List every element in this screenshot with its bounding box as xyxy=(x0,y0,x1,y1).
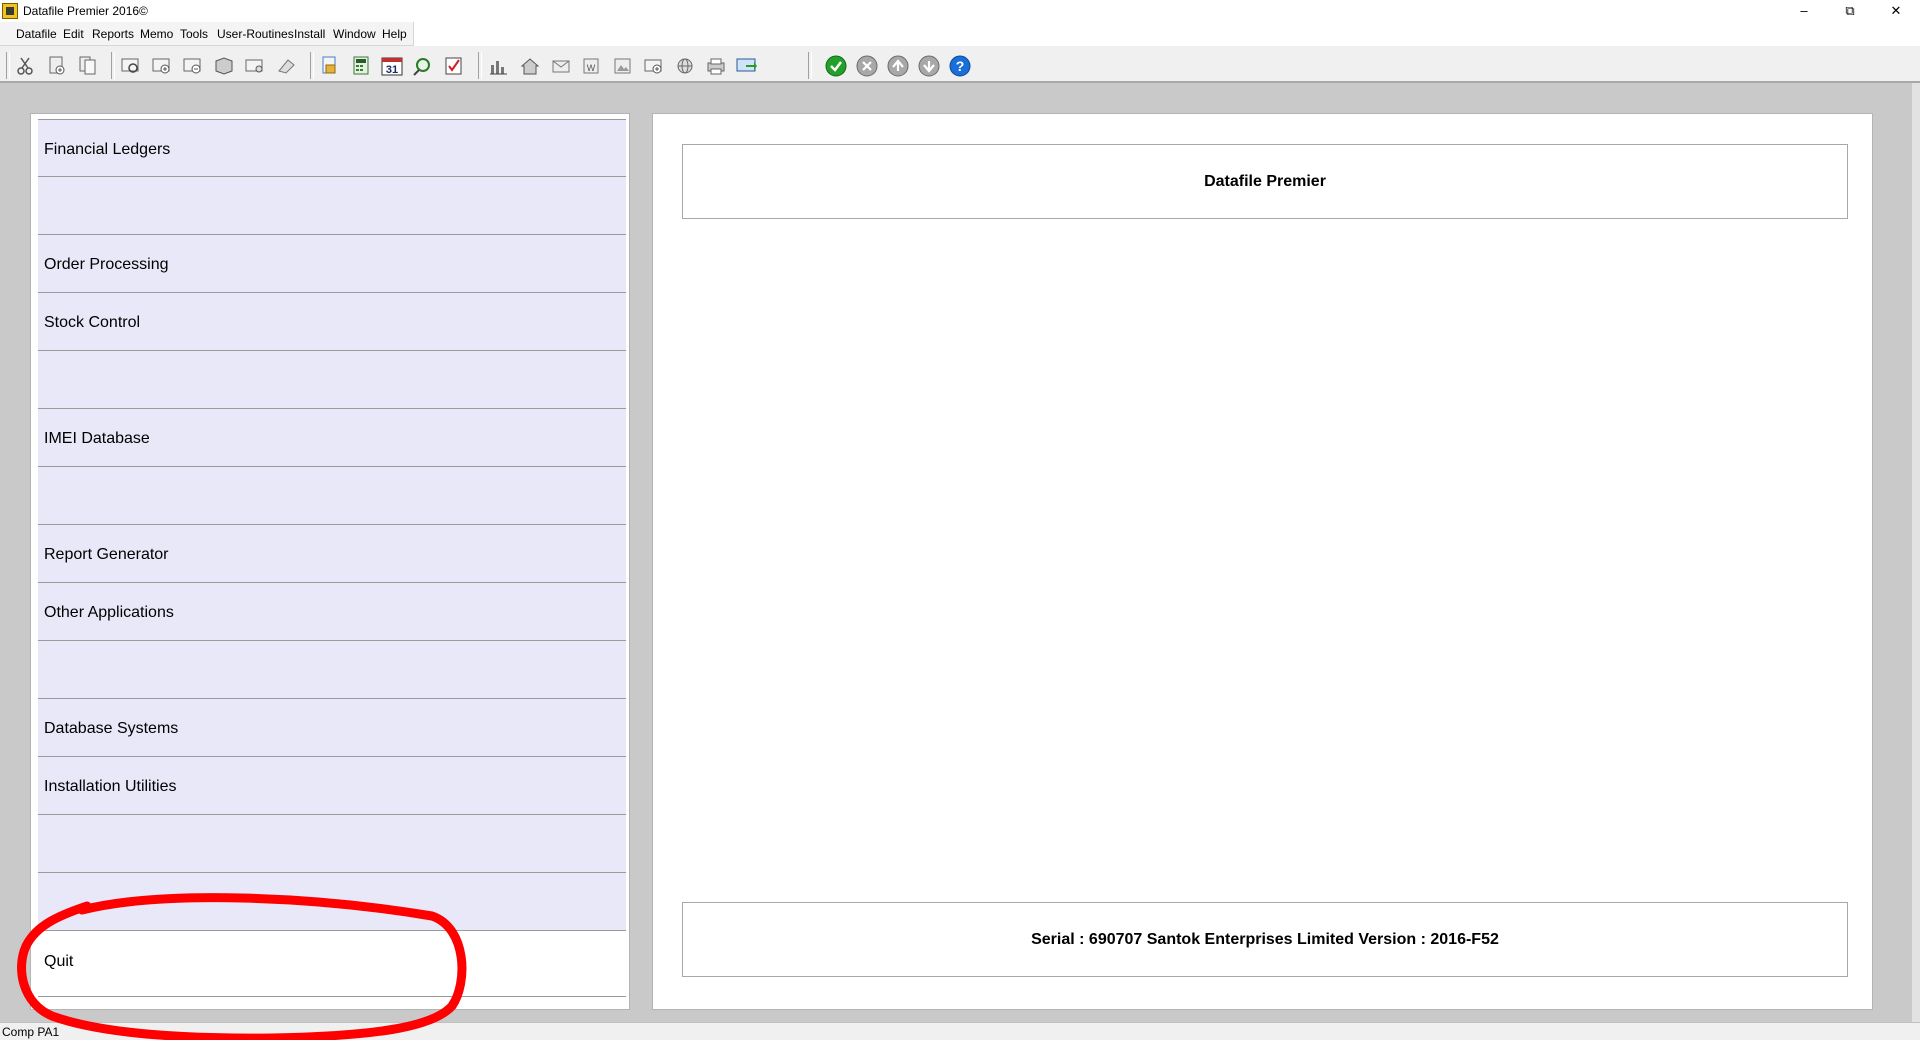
vertical-scrollbar[interactable] xyxy=(1912,83,1920,1022)
menu-install[interactable]: Install xyxy=(294,27,325,41)
printer-icon[interactable] xyxy=(705,55,727,77)
menu-row-label: IMEI Database xyxy=(44,430,150,447)
menu-row-stock-control[interactable]: Stock Control xyxy=(38,293,626,351)
add-record-icon[interactable] xyxy=(151,55,173,77)
svg-text:?: ? xyxy=(956,58,965,74)
menu-row-empty[interactable] xyxy=(38,177,626,235)
menu-memo[interactable]: Memo xyxy=(140,27,173,41)
home-icon[interactable] xyxy=(519,55,541,77)
menu-row-imei-database[interactable]: IMEI Database xyxy=(38,409,626,467)
menu-row-label: Order Processing xyxy=(44,256,169,273)
image-icon[interactable] xyxy=(612,55,634,77)
help-icon[interactable]: ? xyxy=(949,55,971,77)
menu-row-empty[interactable] xyxy=(38,815,626,873)
menu-tools[interactable]: Tools xyxy=(180,27,208,41)
status-bar: Comp PA1 xyxy=(0,1022,1920,1040)
preview-icon[interactable] xyxy=(120,55,142,77)
restore-button[interactable]: ⧉ xyxy=(1827,0,1873,22)
calculator-icon[interactable] xyxy=(350,55,372,77)
checklist-icon[interactable] xyxy=(443,55,465,77)
toolbar-separator xyxy=(478,52,482,79)
menu-datafile[interactable]: Datafile xyxy=(16,27,57,41)
menu-row-label: Stock Control xyxy=(44,314,141,331)
cut-icon[interactable] xyxy=(14,55,36,77)
menu-row-database-systems[interactable]: Database Systems xyxy=(38,699,626,757)
product-title: Datafile Premier xyxy=(682,144,1848,219)
mail-icon[interactable] xyxy=(550,55,572,77)
menu-row-label: Report Generator xyxy=(44,546,169,563)
bar-chart-icon[interactable] xyxy=(488,55,510,77)
menu-row-empty[interactable] xyxy=(38,873,626,931)
menu-reports[interactable]: Reports xyxy=(92,27,134,41)
print-setup-icon[interactable] xyxy=(244,55,266,77)
calendar-icon[interactable]: 31 xyxy=(381,55,403,77)
menu-row-order-processing[interactable]: Order Processing xyxy=(38,235,626,293)
menu-row-empty[interactable] xyxy=(38,641,626,699)
cancel-icon[interactable] xyxy=(856,55,878,77)
eraser-icon[interactable] xyxy=(275,55,297,77)
minimize-button[interactable]: – xyxy=(1781,0,1827,22)
status-company: Comp PA1 xyxy=(2,1025,60,1039)
search-chart-icon[interactable] xyxy=(412,55,434,77)
quit-label: Quit xyxy=(44,953,74,970)
menu-row-empty[interactable] xyxy=(38,351,626,409)
app-logo-icon xyxy=(2,3,18,19)
close-button[interactable]: ✕ xyxy=(1873,0,1919,22)
word-icon[interactable]: W xyxy=(581,55,603,77)
main-menu-list: Financial Ledgers Order Processing Stock… xyxy=(38,119,626,997)
svg-text:W: W xyxy=(587,63,596,73)
toolbar-separator xyxy=(310,52,314,79)
globe-icon[interactable] xyxy=(674,55,696,77)
menu-edit[interactable]: Edit xyxy=(63,27,84,41)
title-bar: Datafile Premier 2016© – ⧉ ✕ xyxy=(0,0,1920,22)
toolbar-separator xyxy=(808,52,812,79)
menu-row-label: Other Applications xyxy=(44,604,174,621)
copy-document-icon[interactable] xyxy=(77,55,99,77)
toolbar: 31 W ? xyxy=(0,46,1920,83)
ok-icon[interactable] xyxy=(825,55,847,77)
menu-row-report-generator[interactable]: Report Generator xyxy=(38,525,626,583)
file-icon[interactable] xyxy=(319,55,341,77)
content-panel: Datafile Premier Serial : 690707 Santok … xyxy=(652,113,1873,1010)
svg-text:31: 31 xyxy=(386,64,398,76)
menu-row-other-applications[interactable]: Other Applications xyxy=(38,583,626,641)
menu-bar: Datafile Edit Reports Memo Tools User-Ro… xyxy=(0,22,414,46)
menu-help[interactable]: Help xyxy=(382,27,407,41)
menu-user-routines[interactable]: User-Routines xyxy=(217,27,294,41)
delete-record-icon[interactable] xyxy=(182,55,204,77)
down-icon[interactable] xyxy=(918,55,940,77)
menu-row-label: Financial Ledgers xyxy=(44,141,171,158)
archive-icon[interactable] xyxy=(213,55,235,77)
menu-window[interactable]: Window xyxy=(333,27,376,41)
main-menu-panel: Financial Ledgers Order Processing Stock… xyxy=(30,113,630,1010)
menu-row-financial-ledgers[interactable]: Financial Ledgers xyxy=(38,119,626,177)
add-window-icon[interactable] xyxy=(643,55,665,77)
quit-button[interactable]: Quit xyxy=(38,931,626,997)
menu-row-installation-utilities[interactable]: Installation Utilities xyxy=(38,757,626,815)
menu-row-empty[interactable] xyxy=(38,467,626,525)
export-icon[interactable] xyxy=(736,55,758,77)
window-title: Datafile Premier 2016© xyxy=(23,4,148,18)
up-icon[interactable] xyxy=(887,55,909,77)
menu-row-label: Database Systems xyxy=(44,720,179,737)
new-document-icon[interactable] xyxy=(46,55,68,77)
menu-row-label: Installation Utilities xyxy=(44,778,177,795)
toolbar-separator xyxy=(111,52,115,79)
license-info: Serial : 690707 Santok Enterprises Limit… xyxy=(682,902,1848,977)
toolbar-grip xyxy=(6,52,10,79)
